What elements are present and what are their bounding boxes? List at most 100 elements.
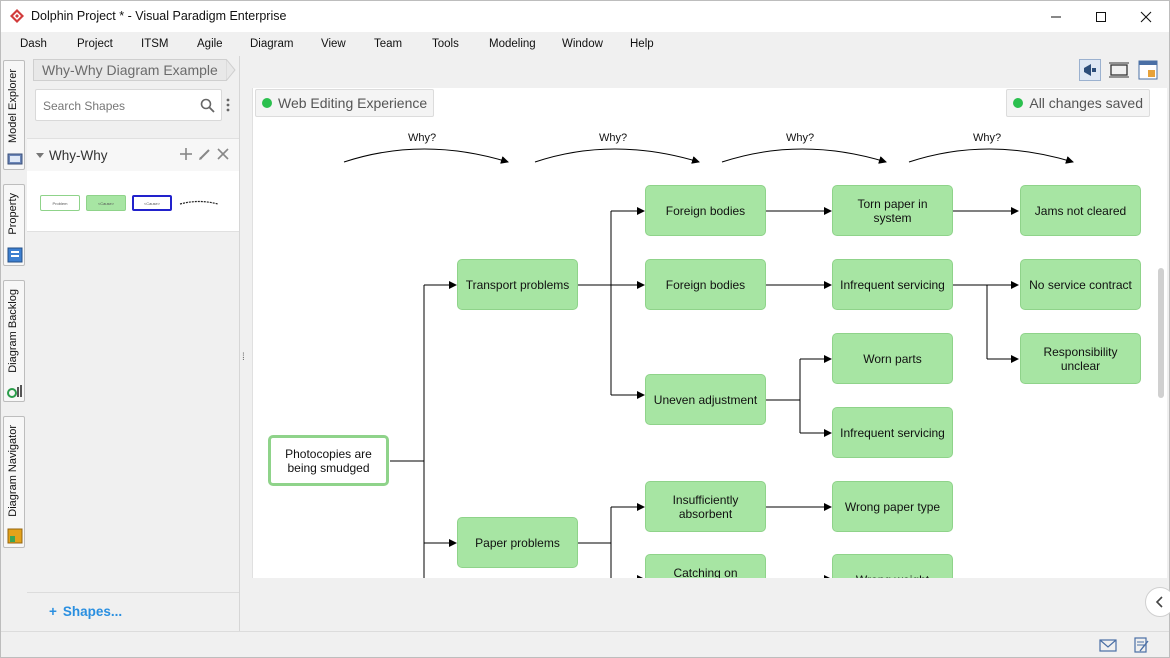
shape-why-connector-icon[interactable] [179,197,219,209]
cause-node-jams-not-cleared[interactable]: Jams not cleared [1020,185,1141,236]
cause-node-torn-paper[interactable]: Torn paper in system [832,185,953,236]
cause-node-uneven-adjustment[interactable]: Uneven adjustment [645,374,766,425]
minimize-icon [1051,16,1061,17]
cause-node-catching-on-transport[interactable]: Catching on transport [645,554,766,578]
stencil-header[interactable]: Why-Why [27,139,239,171]
add-icon[interactable] [179,147,193,161]
shape-cause-outlined[interactable]: <Cause> [132,195,172,211]
connector-transport [578,211,612,395]
search-icon[interactable] [200,98,215,113]
connector-paper [578,507,612,578]
menu-dash[interactable]: Dash [20,38,47,50]
shape-cause[interactable]: <Cause> [86,195,126,211]
web-editing-badge[interactable]: Web Editing Experience [255,89,435,117]
why-arrow-1 [343,148,509,164]
panel-splitter-handle[interactable]: ⁞ [242,352,245,363]
cause-node-responsibility-unclear[interactable]: Responsibility unclear [1020,333,1141,384]
mail-icon[interactable] [1099,637,1117,653]
edit-icon[interactable] [198,147,212,161]
save-status-label: All changes saved [1029,95,1143,111]
connector-root [390,285,425,578]
why-label-1: Why? [408,132,437,144]
why-label-4: Why? [973,132,1002,144]
side-tab-strip: Model Explorer Property Diagram Backlog … [1,56,27,631]
remove-icon[interactable] [216,147,230,161]
menu-tools[interactable]: Tools [432,38,459,50]
title-bar: Dolphin Project * - Visual Paradigm Ente… [1,1,1169,32]
cause-node-infrequent-servicing-2[interactable]: Infrequent servicing [832,407,953,458]
cause-node-infrequent-servicing-1[interactable]: Infrequent servicing [832,259,953,310]
stencil-why-why: Why-Why Problem <Cause> <Cause> [27,138,239,232]
maximize-button[interactable] [1078,1,1124,32]
save-status-badge: All changes saved [1006,89,1150,117]
shapes-link[interactable]: + Shapes... [49,604,122,619]
cause-node-foreign-bodies-2[interactable]: Foreign bodies [645,259,766,310]
status-dot-icon [262,98,272,108]
menu-window[interactable]: Window [562,38,603,50]
tab-diagram-navigator-label: Diagram Navigator [7,425,19,517]
breadcrumb-diagram-name[interactable]: Why-Why Diagram Example [33,59,226,81]
diagram-palette-panel: Why-Why Diagram Example Search Shapes Wh… [27,56,240,631]
menu-help[interactable]: Help [630,38,654,50]
menu-modeling[interactable]: Modeling [489,38,536,50]
menu-view[interactable]: View [321,38,346,50]
shapes-link-label: Shapes... [62,604,123,619]
why-arrow-4 [908,148,1074,164]
cause-node-wrong-weight[interactable]: Wrong weight [832,554,953,578]
tab-diagram-backlog[interactable]: Diagram Backlog [3,280,25,402]
search-shapes-placeholder: Search Shapes [43,99,126,113]
menu-itsm[interactable]: ITSM [141,38,168,50]
close-icon [1140,11,1152,22]
stencil-name: Why-Why [49,148,108,163]
diagram-navigator-icon [7,528,23,544]
cause-node-wrong-paper-type[interactable]: Wrong paper type [832,481,953,532]
maximize-icon [1096,11,1106,22]
saved-dot-icon [1013,98,1024,108]
model-explorer-icon [7,153,23,165]
shape-problem[interactable]: Problem [40,195,80,211]
vertical-scrollbar[interactable] [1158,268,1164,398]
tab-model-explorer[interactable]: Model Explorer [3,60,25,170]
cause-node-insufficiently-absorbent[interactable]: Insufficiently absorbent [645,481,766,532]
why-label-2: Why? [599,132,628,144]
document-edit-icon[interactable] [1132,637,1150,653]
menu-project[interactable]: Project [77,38,113,50]
menu-agile[interactable]: Agile [197,38,223,50]
cause-node-worn-parts[interactable]: Worn parts [832,333,953,384]
menu-diagram[interactable]: Diagram [250,38,293,50]
close-button[interactable] [1123,1,1169,32]
minimize-button[interactable] [1033,1,1079,32]
plus-icon: + [49,604,57,619]
fit-to-window-icon[interactable] [1108,59,1130,81]
diagram-backlog-icon [7,385,22,398]
more-options-icon[interactable] [226,98,230,112]
menu-team[interactable]: Team [374,38,402,50]
tab-property-label: Property [7,193,19,235]
cause-node-transport[interactable]: Transport problems [457,259,578,310]
why-arrow-3 [721,148,887,164]
tab-diagram-navigator[interactable]: Diagram Navigator [3,416,25,548]
tab-diagram-backlog-label: Diagram Backlog [7,289,19,373]
app-window: Dolphin Project * - Visual Paradigm Ente… [0,0,1170,658]
cause-node-paper[interactable]: Paper problems [457,517,578,568]
why-label-3: Why? [786,132,815,144]
tab-property[interactable]: Property [3,184,25,266]
breadcrumb-arrow-icon [226,59,236,81]
panel-divider [27,592,239,593]
search-shapes-field[interactable]: Search Shapes [35,89,222,121]
status-bar [1,631,1169,657]
cause-node-foreign-bodies-1[interactable]: Foreign bodies [645,185,766,236]
announcement-icon[interactable] [1079,59,1101,81]
why-arrow-2 [534,148,700,164]
cause-node-no-service-contract[interactable]: No service contract [1020,259,1141,310]
chevron-left-icon [1155,596,1163,608]
diagram-layout-icon[interactable] [1137,59,1159,81]
diagram-toolbar [1079,59,1163,81]
diagram-canvas[interactable]: Why? Why? Why? Why? Photocopies are bein… [252,88,1167,578]
problem-node-root[interactable]: Photocopies are being smudged [268,435,389,486]
diagram-area: Why? Why? Why? Why? Photocopies are bein… [252,56,1170,644]
web-editing-label: Web Editing Experience [278,95,428,111]
tab-model-explorer-label: Model Explorer [7,69,19,143]
collapse-panel-button[interactable] [1145,587,1170,617]
collapse-stencil-icon[interactable] [36,153,44,158]
